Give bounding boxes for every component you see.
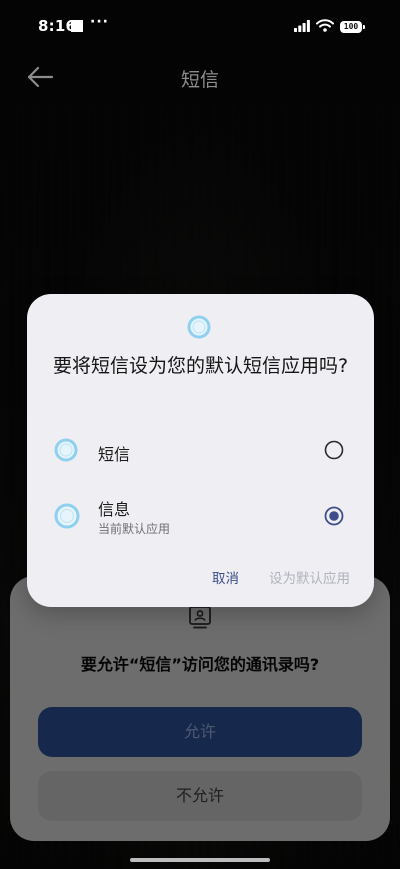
- more-notifications-icon: ···: [90, 14, 109, 30]
- option-name: 短信: [98, 445, 131, 464]
- dialog-title: 要将短信设为您的默认短信应用吗?: [52, 355, 349, 377]
- sms-app-icon: [53, 437, 79, 463]
- messages-app-icon: [53, 502, 81, 530]
- wifi-icon: [316, 17, 334, 36]
- status-icons: 100: [294, 17, 365, 36]
- radio-selected-icon[interactable]: [324, 506, 344, 526]
- gesture-nav-handle[interactable]: [130, 858, 270, 862]
- option-sms[interactable]: 短信: [27, 421, 374, 479]
- ring-app-icon: [186, 314, 212, 340]
- status-bar: 8:16 ··· 100: [0, 0, 400, 52]
- dialog-actions: 取消 设为默认应用: [212, 567, 350, 587]
- radio-unselected-icon[interactable]: [324, 440, 344, 460]
- default-sms-dialog: 要将短信设为您的默认短信应用吗? 短信 信息 当前默认应用 取消 设为默认应用: [27, 294, 374, 607]
- cancel-button[interactable]: 取消: [212, 567, 239, 587]
- set-default-button[interactable]: 设为默认应用: [269, 567, 350, 587]
- signal-icon: [294, 17, 310, 36]
- option-messages[interactable]: 信息 当前默认应用: [27, 484, 374, 542]
- notification-square-icon: [71, 20, 83, 32]
- battery-icon: 100: [340, 20, 365, 33]
- option-name: 信息: [98, 500, 131, 519]
- option-subtitle: 当前默认应用: [98, 522, 171, 536]
